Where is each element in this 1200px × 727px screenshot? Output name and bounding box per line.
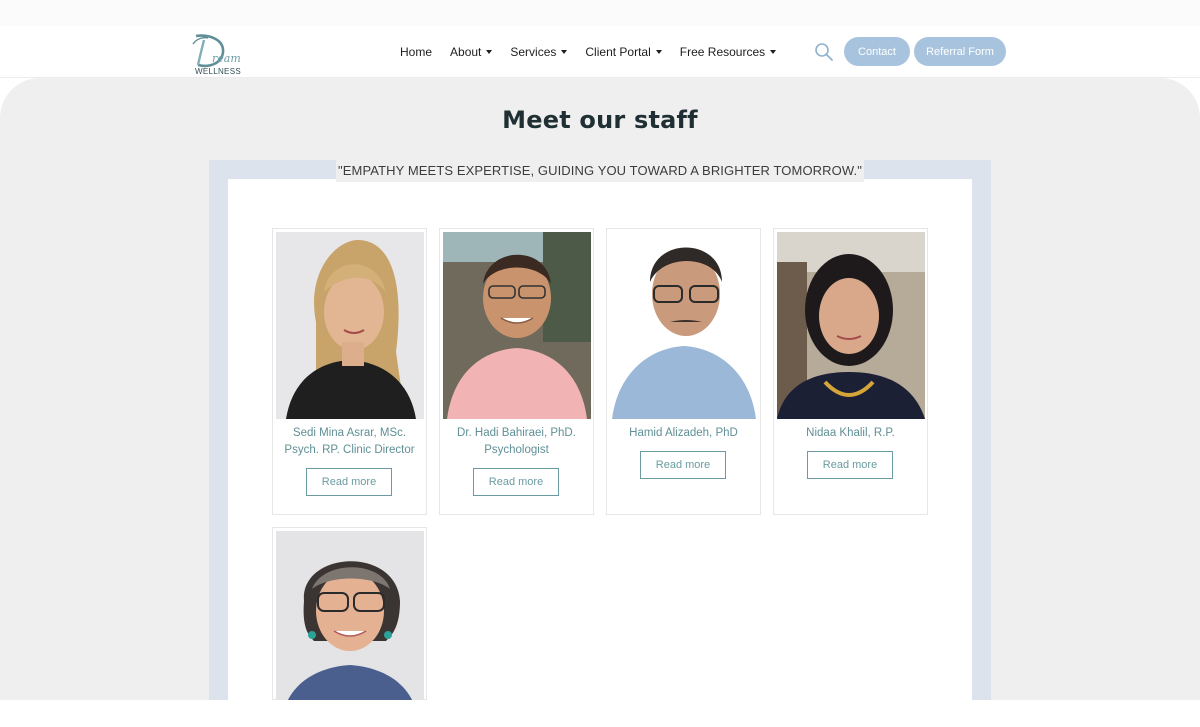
- staff-name: Sedi Mina Asrar, MSc. Psych. RP. Clinic …: [273, 425, 426, 459]
- chevron-down-icon: [486, 50, 493, 54]
- staff-name-line: Psych. RP. Clinic Director: [284, 444, 415, 456]
- referral-form-button[interactable]: Referral Form: [914, 37, 1006, 66]
- main-nav: Home About Services Client Portal Free R…: [400, 42, 794, 62]
- staff-name-line: Sedi Mina Asrar, MSc.: [292, 427, 407, 439]
- nav-home-label: Home: [400, 45, 433, 59]
- tagline-box: "EMPATHY MEETS EXPERTISE, GUIDING YOU TO…: [336, 159, 864, 182]
- chevron-down-icon: [561, 50, 568, 54]
- read-more-button[interactable]: Read more: [640, 451, 726, 479]
- page-title: Meet our staff: [502, 106, 698, 134]
- top-strip: [0, 0, 1200, 26]
- staff-name: Nidaa Khalil, R.P.: [774, 425, 927, 442]
- contact-button-label: Contact: [858, 45, 896, 58]
- tagline: "EMPATHY MEETS EXPERTISE, GUIDING YOU TO…: [338, 163, 862, 178]
- staff-photo: [610, 232, 758, 419]
- staff-photo: [276, 232, 424, 419]
- nav-client-portal[interactable]: Client Portal: [585, 45, 662, 59]
- read-more-button[interactable]: Read more: [473, 468, 559, 496]
- search-icon: [815, 43, 833, 61]
- nav-home[interactable]: Home: [400, 45, 432, 59]
- staff-name-line: Nidaa Khalil, R.P.: [806, 427, 895, 439]
- staff-name-line: Psychologist: [484, 444, 549, 456]
- site-header: ream WELLNESS Home About Services Client…: [0, 26, 1200, 78]
- staff-card: Sedi Mina Asrar, MSc. Psych. RP. Clinic …: [272, 228, 427, 515]
- staff-photo: [276, 531, 424, 718]
- staff-name: Dr. Hadi Bahiraei, PhD. Psychologist: [440, 425, 593, 459]
- staff-name: Hamid Alizadeh, PhD: [607, 425, 760, 442]
- read-more-button[interactable]: Read more: [807, 451, 893, 479]
- nav-client-portal-label: Client Portal: [585, 45, 651, 59]
- nav-free-resources[interactable]: Free Resources: [679, 45, 777, 59]
- nav-services-label: Services: [510, 45, 557, 59]
- chevron-down-icon: [655, 50, 662, 54]
- logo-script-text: ream: [212, 52, 241, 65]
- staff-card: Nidaa Khalil, R.P. Read more: [773, 228, 928, 515]
- contact-button[interactable]: Contact: [844, 37, 910, 66]
- staff-photo: [777, 232, 925, 419]
- staff-name-line: Dr. Hadi Bahiraei, PhD.: [457, 427, 576, 439]
- search-button[interactable]: [814, 42, 834, 62]
- staff-section: Meet our staff "EMPATHY MEETS EXPERTISE,…: [0, 78, 1200, 700]
- bottom-bar: [0, 700, 1200, 727]
- nav-about-label: About: [450, 45, 482, 59]
- staff-card: [272, 527, 427, 718]
- chevron-down-icon: [770, 50, 777, 54]
- read-more-button[interactable]: Read more: [306, 468, 392, 496]
- referral-form-button-label: Referral Form: [926, 45, 994, 58]
- staff-photo: [443, 232, 591, 419]
- nav-free-resources-label: Free Resources: [679, 45, 766, 59]
- logo-wordmark: WELLNESS: [195, 67, 241, 76]
- logo[interactable]: ream WELLNESS: [190, 32, 250, 76]
- nav-services[interactable]: Services: [510, 45, 568, 59]
- staff-card: Dr. Hadi Bahiraei, PhD. Psychologist Rea…: [439, 228, 594, 515]
- nav-about[interactable]: About: [450, 45, 493, 59]
- staff-name-line: Hamid Alizadeh, PhD: [629, 427, 738, 439]
- staff-card: Hamid Alizadeh, PhD Read more: [606, 228, 761, 515]
